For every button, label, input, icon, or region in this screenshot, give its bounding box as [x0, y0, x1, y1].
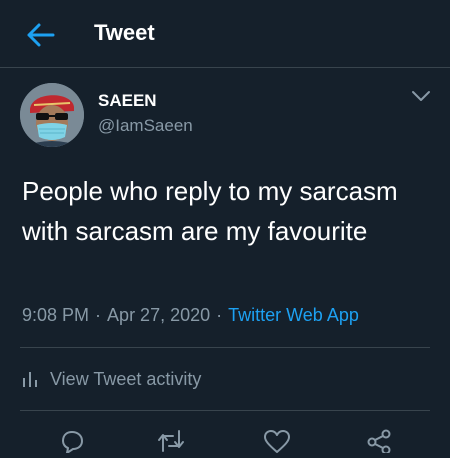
tweet-header: Tweet	[0, 0, 450, 68]
tweet-text: People who reply to my sarcasm with sarc…	[22, 176, 398, 246]
like-button[interactable]	[263, 429, 291, 453]
divider	[20, 347, 430, 348]
back-button[interactable]	[26, 22, 56, 48]
bar-chart-icon	[23, 372, 37, 387]
chevron-down-icon	[412, 91, 430, 101]
avatar[interactable]	[20, 83, 84, 147]
view-activity-link[interactable]: View Tweet activity	[22, 368, 201, 390]
share-icon	[367, 429, 391, 455]
avatar-image	[20, 83, 84, 147]
like-icon	[264, 430, 290, 453]
view-activity-label: View Tweet activity	[50, 369, 202, 389]
author-name[interactable]: SAEEN	[98, 91, 157, 111]
meta-separator: ·	[216, 305, 223, 325]
more-options-button[interactable]	[410, 88, 432, 104]
meta-separator: ·	[95, 305, 102, 325]
share-button[interactable]	[365, 429, 393, 455]
retweet-icon	[158, 430, 184, 452]
reply-icon	[62, 431, 83, 454]
retweet-button[interactable]	[157, 429, 185, 453]
reply-button[interactable]	[58, 429, 86, 454]
tweet-time[interactable]: 9:08 PM	[22, 305, 89, 325]
divider	[20, 410, 430, 411]
tweet-metadata: 9:08 PM · Apr 27, 2020 · Twitter Web App	[22, 305, 359, 326]
page-title: Tweet	[94, 20, 155, 45]
author-handle[interactable]: @IamSaeen	[98, 116, 193, 136]
arrow-left-icon	[27, 23, 55, 47]
tweet-client-link[interactable]: Twitter Web App	[228, 305, 359, 325]
tweet-date[interactable]: Apr 27, 2020	[107, 305, 210, 325]
